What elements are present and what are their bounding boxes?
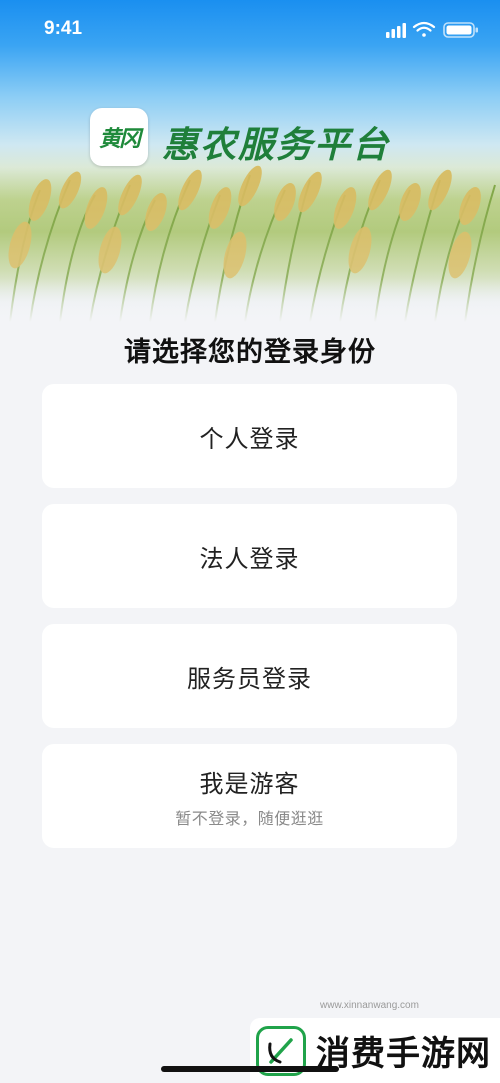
guest-login-sublabel: 暂不登录，随便逛逛 (175, 808, 324, 828)
guest-login-label: 我是游客 (199, 769, 300, 798)
app-title: 惠农服务平台 (162, 124, 391, 166)
personal-login-button[interactable]: 个人登录 (42, 384, 457, 488)
status-time: 9:41 (44, 18, 83, 39)
page-title: 请选择您的登录身份 (124, 337, 376, 368)
app-logo: 黄冈 (90, 108, 148, 166)
wifi-icon (412, 21, 436, 37)
watermark-overlay: 消费手游网 (250, 1018, 500, 1083)
staff-login-label: 服务员登录 (187, 664, 312, 693)
home-indicator[interactable] (161, 1066, 339, 1072)
status-bar: 9:41 (0, 0, 500, 60)
signal-icon (386, 23, 406, 38)
status-icons (386, 20, 480, 40)
staff-login-button[interactable]: 服务员登录 (42, 624, 457, 728)
hero-banner: 9:41 黄冈 惠农服务平台 (0, 0, 500, 322)
battery-icon (443, 22, 478, 38)
legal-person-login-label: 法人登录 (199, 544, 300, 573)
brand-header: 黄冈 惠农服务平台 (90, 108, 390, 168)
watermark-url: www.xinnanwang.com (320, 1000, 419, 1011)
watermark-text: 消费手游网 (316, 1034, 491, 1074)
guest-login-button[interactable]: 我是游客 暂不登录，随便逛逛 (42, 744, 457, 848)
rice-field-illustration (0, 150, 500, 322)
legal-person-login-button[interactable]: 法人登录 (42, 504, 457, 608)
personal-login-label: 个人登录 (199, 424, 300, 453)
app-logo-text: 黄冈 (98, 126, 141, 152)
